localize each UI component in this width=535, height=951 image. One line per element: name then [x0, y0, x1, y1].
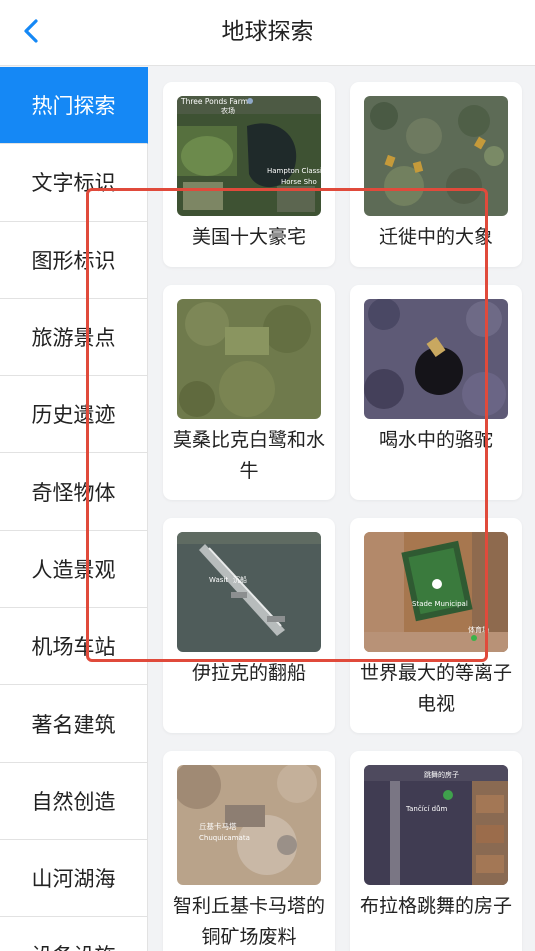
sidebar-item-hot[interactable]: 热门探索 — [0, 67, 148, 145]
sidebar-item-tourist-spots[interactable]: 旅游景点 — [0, 298, 148, 377]
satellite-thumbnail: Wasit 沉船 — [177, 532, 321, 652]
card-title: 伊拉克的翻船 — [191, 662, 306, 684]
sidebar-item-historic-sites[interactable]: 历史遗迹 — [0, 376, 148, 454]
card-title: 迁徙中的大象 — [378, 226, 493, 248]
explore-card[interactable]: Wasit 沉船 伊拉克的翻船 — [163, 518, 335, 733]
page-title: 地球探索 — [221, 19, 314, 45]
sidebar-item-famous-buildings[interactable]: 著名建筑 — [0, 685, 148, 763]
card-title: 布拉格跳舞的房子 — [359, 895, 512, 917]
svg-text:体育场: 体育场 — [468, 625, 489, 634]
sidebar-item-equipment[interactable]: 设备设施 — [0, 917, 148, 951]
svg-text:Three Ponds Farm: Three Ponds Farm — [180, 97, 248, 106]
top-bar: 地球探索 — [0, 0, 535, 66]
svg-text:Chuquicamata: Chuquicamata — [199, 834, 250, 842]
sidebar-item-graphic-marks[interactable]: 图形标识 — [0, 221, 148, 299]
sidebar-item-mountains-rivers[interactable]: 山河湖海 — [0, 839, 148, 918]
category-sidebar: 热门探索 文字标识 图形标识 旅游景点 历史遗迹 奇怪物体 人造景观 机场车站 … — [0, 67, 148, 951]
explore-card[interactable]: Stade Municipal 体育场 世界最大的等离子电视 — [350, 518, 522, 733]
card-title: 莫桑比克白鹭和水牛 — [172, 429, 325, 482]
explore-card[interactable]: 喝水中的骆驼 — [350, 285, 522, 500]
explore-card[interactable]: 迁徙中的大象 — [350, 82, 522, 267]
satellite-thumbnail: Stade Municipal 体育场 — [364, 532, 508, 652]
satellite-thumbnail — [177, 299, 321, 419]
satellite-thumbnail: Three Ponds Farm 农场 Hampton Classic Hors… — [177, 96, 321, 216]
explore-card[interactable]: 莫桑比克白鹭和水牛 — [163, 285, 335, 500]
satellite-thumbnail — [364, 299, 508, 419]
card-title: 世界最大的等离子电视 — [359, 662, 512, 715]
svg-text:Hampton Classic: Hampton Classic — [267, 167, 321, 175]
svg-text:农场: 农场 — [221, 106, 235, 115]
svg-text:Wasit: Wasit — [209, 576, 228, 584]
svg-text:沉船: 沉船 — [233, 575, 247, 584]
satellite-thumbnail: 丘基卡马塔 Chuquicamata — [177, 765, 321, 885]
card-title: 喝水中的骆驼 — [378, 429, 493, 451]
svg-text:Stade Municipal: Stade Municipal — [412, 600, 468, 608]
svg-text:跳舞的房子: 跳舞的房子 — [424, 770, 459, 779]
sidebar-item-strange-objects[interactable]: 奇怪物体 — [0, 453, 148, 531]
sidebar-item-airports-stations[interactable]: 机场车站 — [0, 608, 148, 686]
explore-card[interactable]: 丘基卡马塔 Chuquicamata 智利丘基卡马塔的铜矿场废料 — [163, 751, 335, 951]
explore-grid: Three Ponds Farm 农场 Hampton Classic Hors… — [148, 67, 535, 951]
sidebar-item-text-marks[interactable]: 文字标识 — [0, 144, 148, 222]
sidebar-item-man-made[interactable]: 人造景观 — [0, 530, 148, 609]
card-title: 美国十大豪宅 — [191, 226, 306, 248]
sidebar-item-natural-creations[interactable]: 自然创造 — [0, 762, 148, 840]
svg-text:丘基卡马塔: 丘基卡马塔 — [199, 821, 237, 831]
card-title: 智利丘基卡马塔的铜矿场废料 — [172, 895, 325, 948]
satellite-thumbnail: 跳舞的房子 Tančící dům — [364, 765, 508, 885]
satellite-thumbnail — [364, 96, 508, 216]
svg-text:Horse Sho: Horse Sho — [281, 178, 317, 186]
svg-text:Tančící dům: Tančící dům — [405, 805, 448, 813]
explore-card[interactable]: Three Ponds Farm 农场 Hampton Classic Hors… — [163, 82, 335, 267]
explore-card[interactable]: 跳舞的房子 Tančící dům 布拉格跳舞的房子 — [350, 751, 522, 951]
